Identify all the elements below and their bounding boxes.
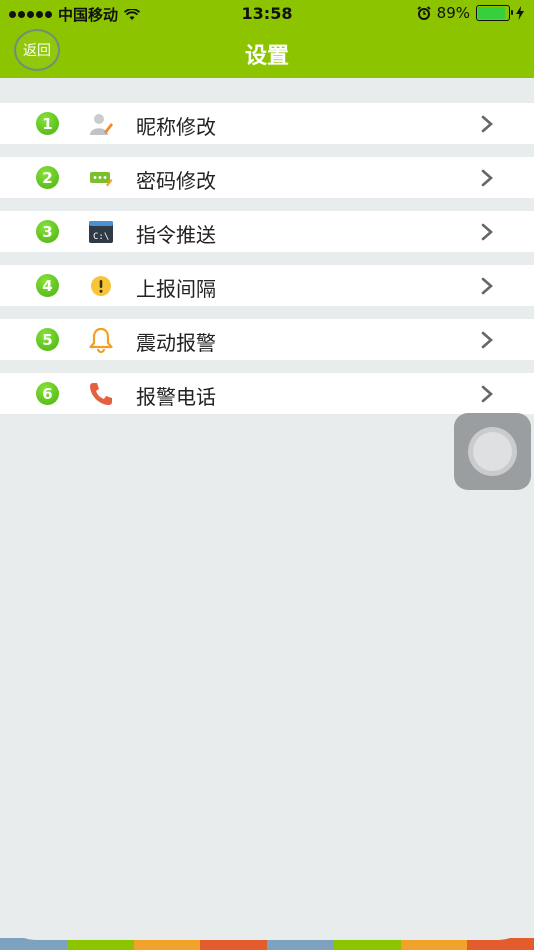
chevron-right-icon <box>481 331 493 349</box>
item-label: 震动报警 <box>136 331 216 355</box>
chevron-right-icon <box>481 277 493 295</box>
terminal-icon: C:\ <box>87 218 115 246</box>
assistive-touch-center <box>473 432 512 471</box>
item-number: 6 <box>36 382 59 405</box>
item-number: 4 <box>36 274 59 297</box>
item-label: 昵称修改 <box>136 115 216 139</box>
status-bar: 中国移动 13:58 89% <box>0 0 534 28</box>
item-label: 密码修改 <box>136 169 216 193</box>
svg-text:C:\: C:\ <box>93 232 109 242</box>
chevron-right-icon <box>481 169 493 187</box>
item-label: 上报间隔 <box>136 277 216 301</box>
app-header: 中国移动 13:58 89% 返回 设置 <box>0 0 534 78</box>
settings-item-vibration-alarm[interactable]: 5 震动报警 <box>0 319 534 360</box>
settings-item-report-interval[interactable]: 4 上报间隔 <box>0 265 534 306</box>
settings-item-alarm-phone[interactable]: 6 报警电话 <box>0 373 534 414</box>
item-number: 2 <box>36 166 59 189</box>
item-label: 指令推送 <box>136 223 216 247</box>
battery-level <box>478 7 505 19</box>
assistive-touch-button[interactable] <box>454 413 531 490</box>
settings-item-command[interactable]: 3 C:\ 指令推送 <box>0 211 534 252</box>
item-number: 3 <box>36 220 59 243</box>
alert-icon <box>87 272 115 300</box>
settings-item-password[interactable]: 2 密码修改 <box>0 157 534 198</box>
page-title: 设置 <box>244 44 289 69</box>
chevron-right-icon <box>481 223 493 241</box>
settings-item-nickname[interactable]: 1 昵称修改 <box>0 103 534 144</box>
phone-icon <box>87 380 115 408</box>
settings-list: 1 昵称修改 2 密码修改 3 C:\ 指令推送 4 上报间隔 5 震动报警 6… <box>0 103 534 414</box>
battery-icon <box>476 5 513 21</box>
alarm-clock-icon <box>417 6 431 20</box>
status-right: 89% <box>417 4 524 22</box>
item-label: 报警电话 <box>136 385 216 409</box>
user-edit-icon <box>87 110 115 138</box>
charging-bolt-icon <box>516 6 524 20</box>
item-number: 5 <box>36 328 59 351</box>
chevron-right-icon <box>481 115 493 133</box>
bottom-rounded-edge <box>0 900 534 940</box>
chevron-right-icon <box>481 385 493 403</box>
password-icon <box>87 164 115 192</box>
battery-percentage: 89% <box>436 4 470 22</box>
bell-icon <box>87 326 115 354</box>
item-number: 1 <box>36 112 59 135</box>
